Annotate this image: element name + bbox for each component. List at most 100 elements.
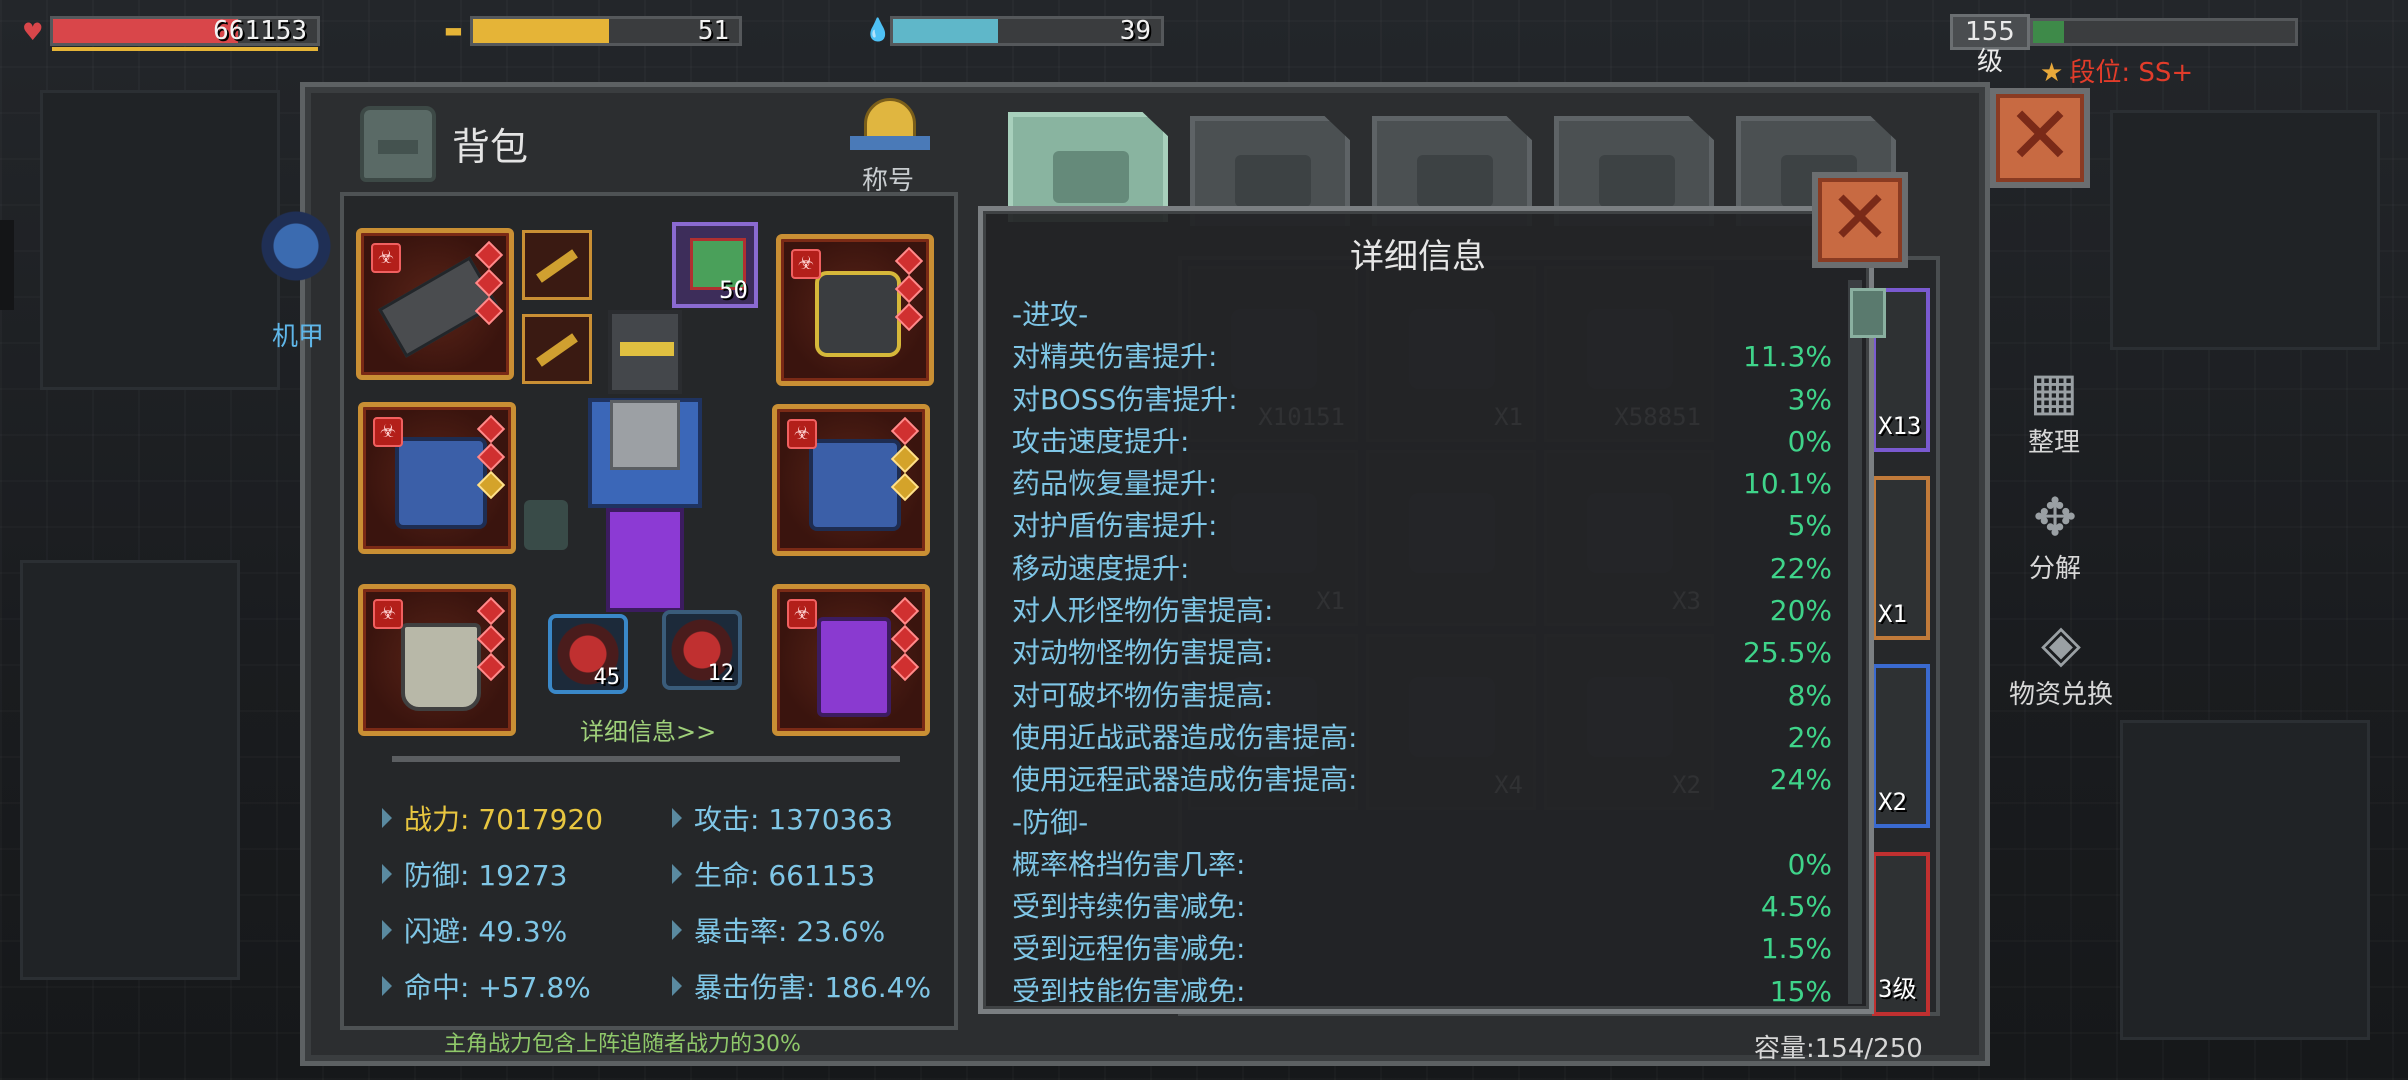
inventory-item-edge-3[interactable]: X2 [1872,664,1930,828]
title-badge-icon[interactable] [850,92,930,162]
detail-stat-value: 11.3% [1743,340,1832,374]
detail-stat-label: 对精英伤害提升: [1012,340,1218,374]
star-icon: ★ [2040,58,2064,88]
backpack-close-button[interactable]: ✕ [1990,88,2090,188]
inventory-item-edge-4[interactable]: 3级 [1872,852,1930,1016]
detail-stat-value: 15% [1769,974,1832,1002]
decompose-button[interactable]: ✥ 分解 [2010,488,2100,585]
hp-bar-fill [53,19,238,43]
stat-hit: 命中: +57.8% [382,966,591,1006]
emblem-icon: ☣ [791,249,821,279]
detail-stat-label: 对可破坏物伤害提高: [1012,678,1274,712]
gem-sockets [474,240,504,329]
emblem-icon: ☣ [371,243,401,273]
food-icon: ▬ [444,18,463,42]
jacket-slot[interactable]: ☣ [772,404,930,556]
mech-label[interactable]: 机甲 [272,316,324,353]
detail-stat-row: 受到持续伤害减免: 4.5% [1012,886,1832,928]
hp-bar: 661153 [50,16,320,46]
exchange-label: 物资兑换 [2008,680,2113,710]
sub-weapon-slot[interactable] [522,230,592,300]
stat-hp: 生命: 661153 [672,854,875,894]
detail-stat-value: 24% [1769,763,1832,797]
detail-stat-value: 4.5% [1760,890,1832,924]
detail-stat-value: 0% [1787,424,1832,458]
inventory-item-edge-2[interactable]: X1 [1872,476,1930,640]
detail-stat-label: -防御- [1012,805,1089,839]
core-left-count: 45 [593,665,621,690]
emblem-icon: ☣ [373,599,403,629]
grid-sort-icon: ▦ [2029,362,2079,422]
background-building [2110,110,2380,350]
core-right-count: 12 [707,661,735,686]
item-count: X13 [1878,412,1922,440]
hp-value: 661153 [213,16,307,46]
vest-placeholder-icon [524,500,568,550]
armor-slot[interactable]: ☣ [358,402,516,554]
sort-label: 整理 [2027,428,2080,458]
detail-stat-row: 受到技能伤害减免: 15% [1012,971,1832,1002]
helmet-icon [815,271,901,357]
briefcase-tab-icon [1235,155,1311,207]
mech-icon[interactable] [256,210,336,300]
gem-sockets [894,246,924,335]
background-building [40,90,280,390]
detail-stat-label: 受到持续伤害减免: [1012,890,1246,924]
water-bar-fill [893,19,998,43]
popup-close-button[interactable]: ✕ [1812,172,1908,268]
badge-plate [850,136,930,150]
detail-stat-row: 概率格挡伤害几率: 0% [1012,844,1832,886]
exchange-button[interactable]: ◈ 物资兑换 [1996,614,2126,711]
detail-stat-value: 10.1% [1743,467,1832,501]
popup-scrollbar[interactable] [1848,280,1862,1004]
emblem-icon: ☣ [787,599,817,629]
sort-button[interactable]: ▦ 整理 [2016,362,2092,459]
panel-title: 背包 [452,125,529,169]
gem-sockets [890,416,920,505]
character-model [580,300,710,620]
rank-text: 段位: SS+ [2069,58,2194,88]
stat-crit-rate: 暴击率: 23.6% [672,910,885,950]
boots-slot[interactable]: ☣ [358,584,516,736]
detail-stat-row: 移动速度提升: 22% [1012,548,1832,590]
detail-stat-row: 对精英伤害提升: 11.3% [1012,336,1832,378]
backpack-icon [360,106,436,182]
detail-stat-label: 对人形怪物伤害提高: [1012,594,1274,628]
inventory-capacity: 容量:154/250 [1754,1034,1923,1064]
detail-stat-value: 0% [1787,847,1832,881]
helmet-slot[interactable]: ☣ [776,234,934,386]
emblem-icon: ☣ [787,419,817,449]
popup-title: 详细信息 [1350,237,1486,277]
level-progress-bar [2030,18,2298,46]
detail-stat-label: 移动速度提升: [1012,551,1190,585]
detail-stat-list[interactable]: -进攻- 对精英伤害提升: 11.3% 对BOSS伤害提升: 3% 攻击速度提升: 0% 药品… [1012,294,1832,1002]
stat-defense: 防御: 19273 [382,854,567,894]
stat-crit-damage: 暴击伤害: 186.4% [672,966,931,1006]
heart-icon: ♥ [22,18,44,46]
popup-scroll-thumb[interactable] [1850,288,1886,338]
core-slot-left[interactable]: 45 [548,614,628,694]
food-value: 51 [697,16,729,46]
pants-icon [817,617,891,717]
gem-sockets [890,596,920,685]
pants-slot[interactable]: ☣ [772,584,930,736]
weapon-slot[interactable]: ☣ [356,228,514,380]
detail-stat-value: 20% [1769,594,1832,628]
core-slot-right[interactable]: 12 [662,610,742,690]
detail-stat-row: 对人形怪物伤害提高: 20% [1012,590,1832,632]
decompose-icon: ✥ [2033,488,2077,548]
stat-attack: 攻击: 1370363 [672,798,893,838]
exchange-icon: ◈ [2041,614,2081,674]
detail-stat-value: 3% [1787,382,1832,416]
backpack-tab-icon [1053,151,1129,203]
detail-info-link[interactable]: 详细信息>> [580,712,716,747]
detail-stat-row: 对动物怪物伤害提高: 25.5% [1012,632,1832,674]
level-progress-fill [2033,21,2065,43]
divider [392,756,900,762]
detail-stat-label: 对BOSS伤害提升: [1012,382,1238,416]
detail-stat-value: 5% [1787,509,1832,543]
wing-tab-icon [1417,155,1493,207]
character-head [608,310,682,394]
detail-stat-label: 药品恢复量提升: [1012,467,1218,501]
chip-slot[interactable]: 50 [672,222,758,308]
